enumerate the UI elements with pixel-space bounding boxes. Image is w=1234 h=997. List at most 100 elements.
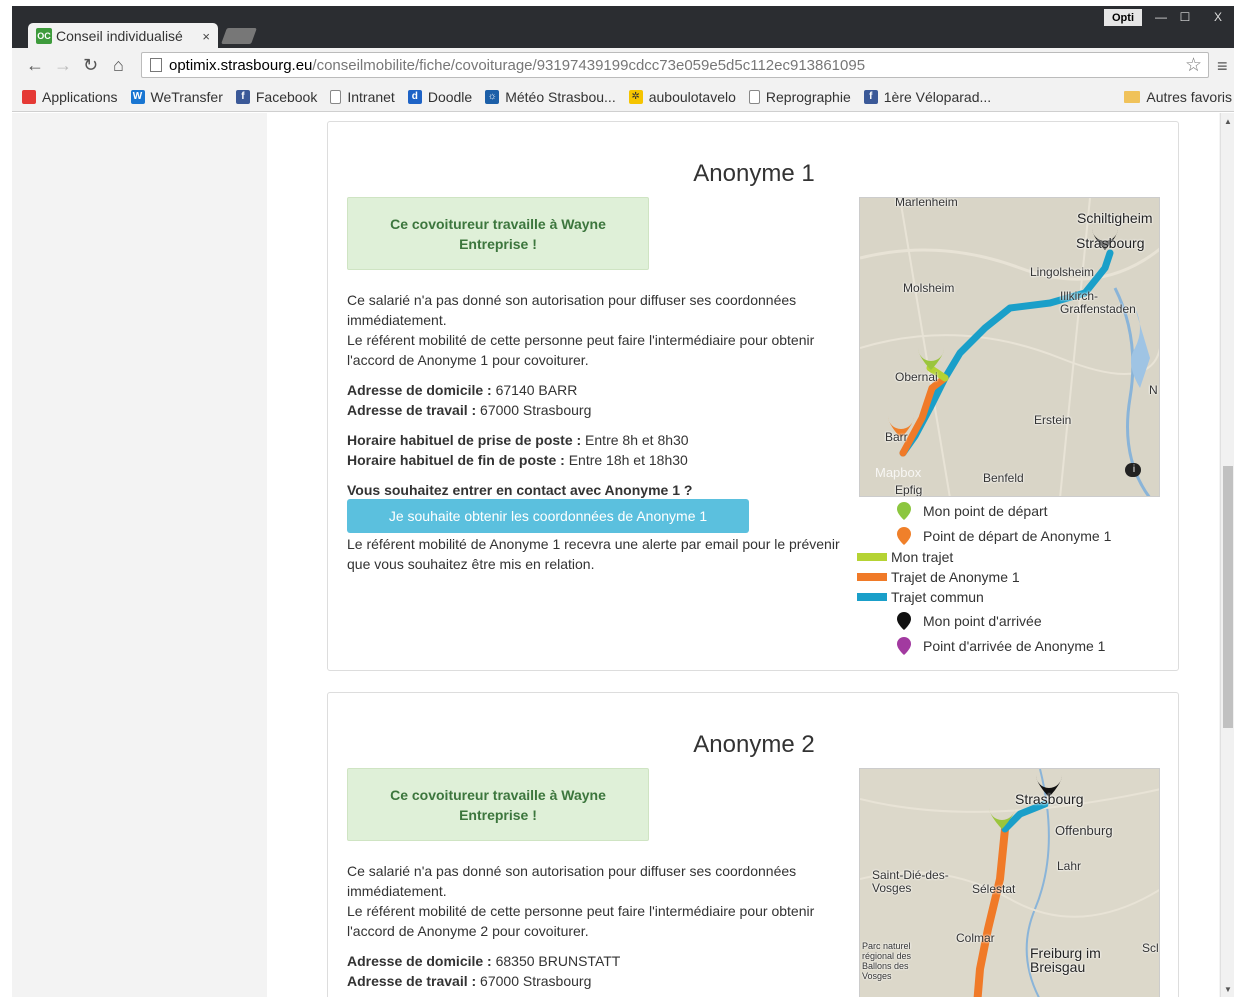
bookmark-label: Doodle <box>427 88 473 105</box>
bookmark-doodle[interactable]: d Doodle <box>407 88 473 105</box>
home-address-value: 67140 BARR <box>491 382 578 398</box>
legend-item: Mon trajet <box>857 547 1169 567</box>
bookmark-intranet[interactable]: Intranet <box>330 88 395 105</box>
home-icon[interactable]: ⌂ <box>113 55 124 76</box>
bookmark-label: WeTransfer <box>150 88 223 105</box>
page-icon <box>150 58 162 72</box>
employer-notice: Ce covoitureur travaille à Wayne Entrepr… <box>347 768 649 841</box>
legend-item: Point de départ de Anonyme 1 <box>889 525 1169 547</box>
map-label: Benfeld <box>983 471 1024 485</box>
map-label: Freiburg im Breisgau <box>1030 945 1101 975</box>
vertical-scrollbar[interactable]: ▲ ▼ <box>1220 113 1234 997</box>
bookmark-star-icon[interactable]: ☆ <box>1185 54 1202 77</box>
scroll-down-icon[interactable]: ▼ <box>1224 985 1232 994</box>
wetransfer-icon: W <box>130 89 145 104</box>
other-arrival-pin-icon <box>889 637 919 655</box>
url-host: optimix.strasbourg.eu <box>169 56 313 74</box>
doodle-icon: d <box>407 89 422 104</box>
bookmark-applications[interactable]: Applications <box>22 89 118 105</box>
page-icon <box>330 89 342 104</box>
profile-button[interactable]: Opti <box>1104 9 1142 26</box>
carpooler-name: Anonyme 2 <box>693 731 815 758</box>
contact-question-text: Vous souhaitez entrer en contact avec An… <box>347 482 693 498</box>
facebook-icon: f <box>235 89 250 104</box>
map-label: N <box>1149 383 1158 397</box>
map-label: Sélestat <box>972 882 1016 896</box>
bookmark-veloparade[interactable]: f 1ère Véloparad... <box>863 89 991 105</box>
addresses: Adresse de domicile : 68350 BRUNSTATT Ad… <box>347 951 837 991</box>
scroll-up-icon[interactable]: ▲ <box>1224 117 1232 126</box>
schedule: Horaire habituel de prise de poste : Ent… <box>347 430 837 470</box>
info-icon[interactable]: i <box>1127 463 1141 477</box>
map-label: Saint-Dié-des-Vosges <box>872 868 949 895</box>
map-label: Lingolsheim <box>1030 265 1095 279</box>
legend-label: Mon point d'arrivée <box>923 613 1042 629</box>
maximize-icon[interactable]: ☐ <box>1174 8 1196 26</box>
privacy-text-1: Ce salarié n'a pas donné son autorisatio… <box>347 863 797 899</box>
carpooler-card-2: Anonyme 2 Ce covoitureur travaille à Way… <box>327 692 1179 997</box>
weather-icon: ☼ <box>485 89 500 104</box>
legend-item: Mon point de départ <box>889 500 1169 522</box>
arrival-pin-icon <box>889 612 919 630</box>
bookmark-label: Applications <box>42 88 118 105</box>
map-label: Molsheim <box>903 281 955 295</box>
legend-label: Mon point de départ <box>923 503 1048 519</box>
start-time-value: Entre 8h et 8h30 <box>581 432 689 448</box>
bookmark-label: auboulotavelo <box>648 88 736 105</box>
contact-question: Vous souhaitez entrer en contact avec An… <box>347 480 837 500</box>
new-tab-button[interactable] <box>221 28 257 44</box>
tab-close-icon[interactable]: × <box>202 29 210 44</box>
privacy-text-2: Le référent mobilité de cette personne p… <box>347 903 815 939</box>
legend-label: Point de départ de Anonyme 1 <box>923 528 1112 544</box>
privacy-notice: Ce salarié n'a pas donné son autorisatio… <box>347 290 837 370</box>
address-bar[interactable]: optimix.strasbourg.eu/conseilmobilite/fi… <box>141 52 1209 78</box>
bookmark-label: Intranet <box>347 88 395 105</box>
shared-route-swatch <box>857 593 887 601</box>
menu-icon[interactable]: ≡ <box>1217 56 1228 77</box>
back-arrow-icon[interactable]: ← <box>26 55 44 76</box>
folder-icon <box>1124 91 1141 103</box>
window-close-icon[interactable]: X <box>1207 8 1229 26</box>
bookmark-reprographie[interactable]: Reprographie <box>748 88 851 105</box>
legend-item: Trajet de Anonyme 1 <box>857 567 1169 587</box>
route-map[interactable]: Strasbourg Offenburg Saint-Dié-des-Vosge… <box>859 768 1160 997</box>
page-icon <box>748 89 760 104</box>
privacy-text-2: Le référent mobilité de cette personne p… <box>347 332 815 368</box>
map-label: Barr <box>885 430 908 444</box>
addresses: Adresse de domicile : 67140 BARR Adresse… <box>347 380 837 420</box>
bookmark-other-folder[interactable]: Autres favoris <box>1124 89 1232 105</box>
contact-note: Le référent mobilité de Anonyme 1 recevr… <box>347 536 840 572</box>
request-contact-button[interactable]: Je souhaite obtenir les coordonnées de A… <box>347 499 749 533</box>
bookmarks-bar: Applications W WeTransfer f Facebook Intra… <box>12 82 1234 112</box>
navigation-bar: ← → ↻ ⌂ optimix.strasbourg.eu/conseilmob… <box>12 48 1234 82</box>
left-sidebar <box>12 113 267 997</box>
work-address-label: Adresse de travail : <box>347 402 477 418</box>
bookmark-auboulotavelo[interactable]: ✲ auboulotavelo <box>628 88 736 105</box>
bookmark-label: Reprographie <box>765 88 851 105</box>
tab-title: Conseil individualisé <box>56 28 183 44</box>
map-label: Strasbourg <box>1015 791 1084 807</box>
bookmark-meteo[interactable]: ☼ Météo Strasbou... <box>485 89 616 105</box>
bookmark-label: Météo Strasbou... <box>505 88 616 105</box>
main-column: Anonyme 1 Ce covoitureur travaille à Way… <box>267 113 1219 997</box>
bookmark-wetransfer[interactable]: W WeTransfer <box>130 88 223 105</box>
map-label: Schiltigheim <box>1077 210 1153 226</box>
legend-label: Trajet de Anonyme 1 <box>891 569 1020 585</box>
browser-tab[interactable]: OC Conseil individualisé × <box>28 23 218 49</box>
map-label: Strasbourg <box>1076 235 1145 251</box>
legend-item: Point d'arrivée de Anonyme 1 <box>889 635 1169 657</box>
my-route-swatch <box>857 553 887 561</box>
map-label: Epfig <box>895 483 923 497</box>
scrollbar-thumb[interactable] <box>1223 466 1233 728</box>
minimize-icon[interactable]: — <box>1150 8 1172 26</box>
home-address-value: 68350 BRUNSTATT <box>491 953 621 969</box>
map-label: Erstein <box>1034 413 1072 427</box>
map-label: Offenburg <box>1055 823 1113 838</box>
favicon-icon: OC <box>36 28 52 44</box>
route-map[interactable]: Marlenheim Schiltigheim Strasbourg Lingo… <box>859 197 1160 497</box>
bookmark-facebook[interactable]: f Facebook <box>235 89 317 105</box>
home-address-label: Adresse de domicile : <box>347 953 492 969</box>
forward-arrow-icon[interactable]: → <box>54 55 72 76</box>
reload-icon[interactable]: ↻ <box>83 55 98 76</box>
bookmark-label: Autres favoris <box>1146 89 1232 105</box>
